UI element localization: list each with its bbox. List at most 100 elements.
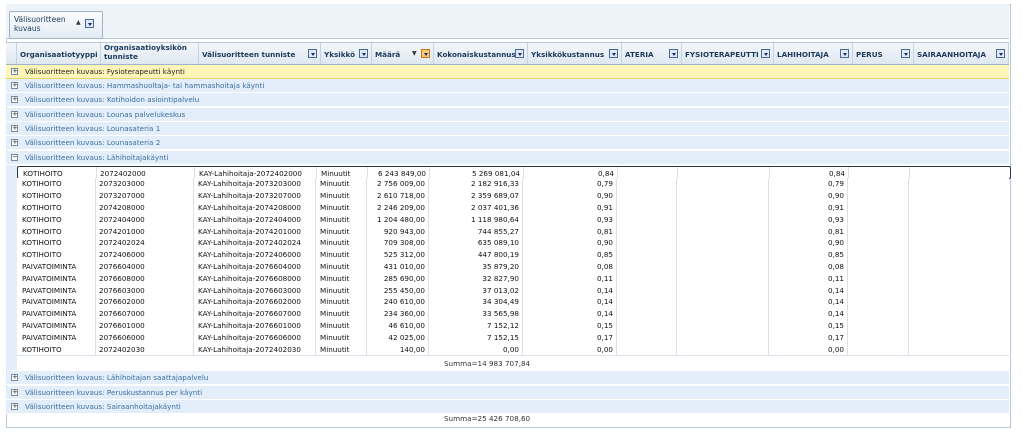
group-row[interactable]: + Välisuoritteen kuvaus: Hammashuoltaja-… <box>6 79 1009 93</box>
expand-plus-icon[interactable]: + <box>11 68 18 75</box>
group-row[interactable]: + Välisuoritteen kuvaus: Peruskustannus … <box>6 386 1009 400</box>
table-cell-org: PAIVATOIMINTA <box>22 285 77 295</box>
column-divider <box>676 248 677 261</box>
column-divider <box>908 307 909 320</box>
table-cell-unit: 2073203000 <box>99 179 145 189</box>
expand-plus-icon[interactable]: + <box>11 139 18 146</box>
chevron-down-icon[interactable] <box>761 49 770 58</box>
column-divider <box>95 272 96 284</box>
table-cell-id: KAY-Lahihoitaja-2072402024 <box>198 238 301 248</box>
col-label: ATERIA <box>625 50 654 59</box>
table-cell-yks: Minuutit <box>320 297 350 307</box>
expand-plus-icon[interactable]: + <box>11 389 18 396</box>
table-cell-kok: 2 182 916,33 <box>470 179 519 189</box>
group-row[interactable]: + Välisuoritteen kuvaus: Lounasateria 2 <box>6 136 1009 150</box>
table-cell-unit: 2076608000 <box>99 273 145 283</box>
chevron-down-icon[interactable] <box>840 49 849 58</box>
column-divider <box>366 213 367 225</box>
column-divider <box>193 343 194 355</box>
column-divider <box>315 343 316 355</box>
col-sairaanhoitaja[interactable]: SAIRAANHOITAJA <box>914 43 1009 64</box>
expand-plus-icon[interactable]: + <box>11 82 18 89</box>
table-cell-yks: Minuutit <box>320 261 350 271</box>
col-organisaatiotyyppi[interactable]: Organisaatiotyyppi <box>17 43 101 64</box>
expand-plus-icon[interactable]: + <box>11 111 18 118</box>
column-divider <box>908 213 909 225</box>
chevron-down-icon[interactable] <box>515 49 524 58</box>
table-cell-ykk: 0,81 <box>596 226 613 236</box>
table-cell-org: PAIVATOIMINTA <box>22 320 77 330</box>
table-cell-org: PAIVATOIMINTA <box>22 332 77 342</box>
column-divider <box>429 167 430 178</box>
expand-plus-icon[interactable]: + <box>11 374 18 381</box>
col-kokonaiskustannus[interactable]: Kokonaiskustannus <box>434 43 528 64</box>
group-label: Välisuoritteen kuvaus: Lounasateria 2 <box>25 138 161 147</box>
col-ateria[interactable]: ATERIA <box>622 43 682 64</box>
table-cell-id: KAY-Lahihoitaja-2074208000 <box>198 202 301 212</box>
group-row[interactable]: + Välisuoritteen kuvaus: Fysioterapeutti… <box>6 65 1009 79</box>
column-divider <box>428 307 429 320</box>
column-divider <box>676 236 677 249</box>
column-divider <box>522 295 523 308</box>
collapse-minus-icon[interactable]: − <box>11 154 18 161</box>
column-divider <box>908 225 909 237</box>
chevron-down-icon[interactable] <box>901 49 910 58</box>
group-label: Välisuoritteen kuvaus: Lähihoitajan saat… <box>25 373 209 382</box>
col-maara[interactable]: Määrä ▼ <box>372 43 434 64</box>
chevron-down-icon[interactable] <box>421 49 430 58</box>
column-divider <box>95 260 96 273</box>
column-divider <box>522 331 523 343</box>
chevron-down-icon[interactable] <box>996 49 1005 58</box>
column-divider <box>908 201 909 214</box>
column-divider <box>315 177 316 190</box>
expand-plus-icon[interactable]: + <box>11 125 18 132</box>
table-cell-org: KOTIHOITO <box>22 238 62 248</box>
column-divider <box>768 319 769 332</box>
sort-desc-icon[interactable]: ▼ <box>412 50 417 57</box>
table-cell-kok: 2 037 401,36 <box>470 202 519 212</box>
col-valisuoritteen-tunniste[interactable]: Välisuoritteen tunniste <box>199 43 321 64</box>
group-chip-valisuorite[interactable]: Välisuoritteen kuvaus ▲ <box>9 11 103 39</box>
chevron-down-icon[interactable] <box>609 49 618 58</box>
group-row[interactable]: + Välisuoritteen kuvaus: Sairaanhoitajak… <box>6 400 1009 414</box>
column-divider <box>315 272 316 284</box>
expand-plus-icon[interactable]: + <box>11 403 18 410</box>
table-cell-lah: 0,14 <box>827 309 844 319</box>
table-cell-id: KAY-Lahihoitaja-2076601000 <box>198 320 301 330</box>
col-organisaatioyksikon-tunniste[interactable]: Organisaatioyksikön tunniste <box>101 43 199 64</box>
table-cell-ykk: 0,15 <box>596 320 613 330</box>
col-yksikko[interactable]: Yksikkö <box>321 43 372 64</box>
column-divider <box>315 260 316 273</box>
chevron-down-icon[interactable] <box>308 49 317 58</box>
col-label: Yksikkökustannus <box>531 50 605 59</box>
column-divider <box>428 236 429 249</box>
column-divider <box>366 307 367 320</box>
group-row-expanded[interactable]: − Välisuoritteen kuvaus: Lähihoitajakäyn… <box>6 151 1009 165</box>
col-yksikkokustannus[interactable]: Yksikkökustannus <box>528 43 622 64</box>
column-divider <box>676 307 677 320</box>
col-fysioterapeutti[interactable]: FYSIOTERAPEUTTI <box>682 43 774 64</box>
group-row[interactable]: + Välisuoritteen kuvaus: Lounasateria 1 <box>6 122 1009 136</box>
table-cell-unit: 2072406000 <box>99 250 145 260</box>
table-cell-org: KOTIHOITO <box>22 179 62 189</box>
table-cell-id: KAY-Lahihoitaja-2076606000 <box>198 332 301 342</box>
col-lahihoitaja[interactable]: LAHIHOITAJA <box>774 43 853 64</box>
column-divider <box>95 177 96 190</box>
chevron-down-icon[interactable] <box>669 49 678 58</box>
chevron-down-icon[interactable] <box>85 19 94 28</box>
table-cell-unit: 2073207000 <box>99 191 145 201</box>
group-row[interactable]: + Välisuoritteen kuvaus: Lounas palveluk… <box>6 108 1009 122</box>
table-cell-unit: 2072402024 <box>99 238 145 248</box>
sort-asc-icon[interactable]: ▲ <box>76 19 81 26</box>
group-row[interactable]: + Välisuoritteen kuvaus: Lähihoitajan sa… <box>6 371 1009 385</box>
expand-plus-icon[interactable]: + <box>11 96 18 103</box>
column-divider <box>847 236 848 249</box>
chevron-down-icon[interactable] <box>359 49 368 58</box>
col-perus[interactable]: PERUS <box>853 43 914 64</box>
table-cell-maara: 46 610,00 <box>388 320 425 330</box>
column-divider <box>676 272 677 284</box>
table-row[interactable]: KOTIHOITO 2072402030 KAY-Lahihoitaja-20724… <box>17 343 1009 356</box>
group-row[interactable]: + Välisuoritteen kuvaus: Kotihoidon asio… <box>6 93 1009 107</box>
column-divider <box>908 331 909 343</box>
column-divider <box>523 167 524 178</box>
